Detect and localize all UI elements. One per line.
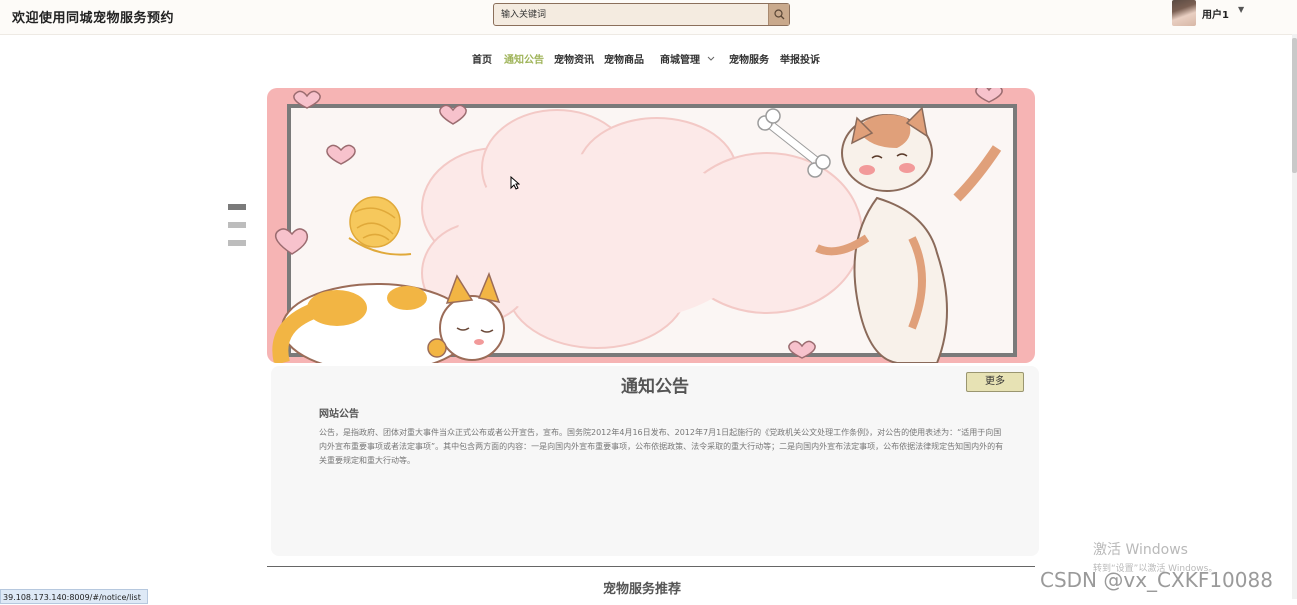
- search-icon: [774, 9, 785, 20]
- notice-heading: 通知公告: [621, 377, 689, 397]
- nav-item-mall-manage[interactable]: 商城管理: [660, 51, 716, 66]
- notice-item-content: 公告，是指政府、团体对重大事件当众正式公布或者公开宣告，宣布。国务院2012年4…: [319, 428, 1004, 465]
- csdn-watermark: CSDN @vx_CXKF10088: [1040, 568, 1273, 592]
- windows-activation-title: 激活 Windows: [1093, 542, 1188, 558]
- nav-item-complaint[interactable]: 举报投诉: [780, 51, 820, 66]
- more-button[interactable]: 更多: [966, 372, 1024, 392]
- search-bar: [493, 3, 790, 26]
- caret-down-icon[interactable]: ▼: [1238, 5, 1244, 14]
- page-scrollbar[interactable]: [1292, 34, 1297, 599]
- mouse-cursor-icon: [510, 176, 520, 190]
- banner-illustration: [267, 88, 1035, 363]
- search-button[interactable]: [768, 4, 789, 25]
- carousel-indicator-2[interactable]: [228, 222, 246, 228]
- nav-item-notice[interactable]: 通知公告: [504, 51, 544, 66]
- status-bar-url: 39.108.173.140:8009/#/notice/list: [0, 589, 148, 604]
- user-name[interactable]: 用户1: [1202, 6, 1229, 21]
- notice-section: 通知公告 更多 网站公告 公告，是指政府、团体对重大事件当众正式公布或者公开宣告…: [271, 366, 1039, 556]
- notice-item-title[interactable]: 网站公告: [319, 405, 359, 420]
- search-input[interactable]: [494, 4, 768, 25]
- section-divider: [267, 566, 1035, 567]
- nav-item-mall-manage-label: 商城管理: [660, 55, 700, 66]
- nav-item-pet-goods[interactable]: 宠物商品: [604, 51, 644, 66]
- carousel-indicator-3[interactable]: [228, 240, 246, 246]
- site-title: 欢迎使用同城宠物服务预约: [12, 11, 175, 26]
- scrollbar-thumb[interactable]: [1292, 38, 1297, 173]
- nav-item-pet-news[interactable]: 宠物资讯: [554, 51, 594, 66]
- nav-item-pet-service[interactable]: 宠物服务: [729, 51, 769, 66]
- banner-carousel[interactable]: [267, 88, 1035, 363]
- top-header: 欢迎使用同城宠物服务预约 用户1 ▼: [0, 0, 1297, 35]
- chevron-down-icon: [708, 56, 715, 61]
- avatar[interactable]: [1172, 0, 1196, 26]
- nav-item-home[interactable]: 首页: [472, 51, 492, 66]
- carousel-indicator-1[interactable]: [228, 204, 246, 210]
